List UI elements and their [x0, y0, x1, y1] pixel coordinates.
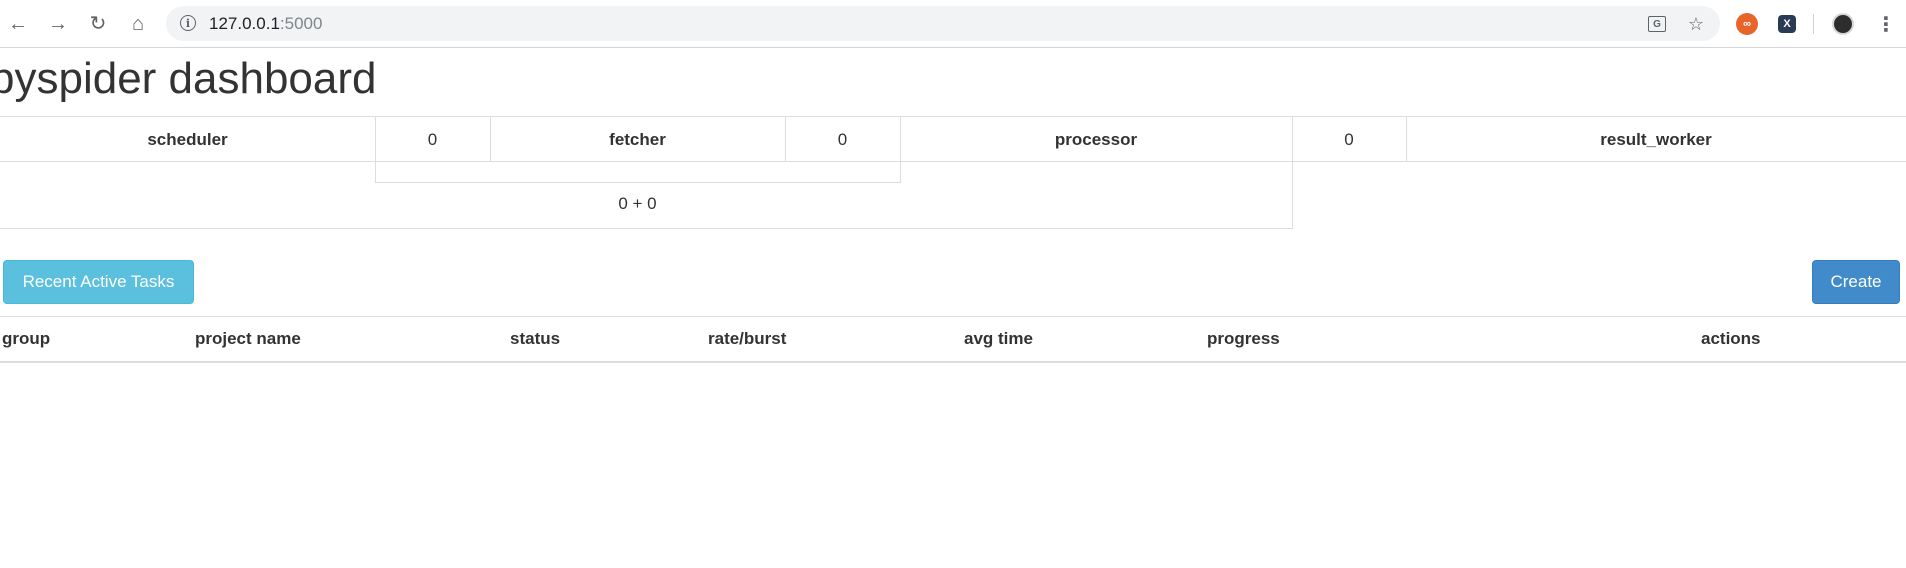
scheduler-value: 0 [427, 129, 438, 149]
page-title: pyspider dashboard [0, 54, 377, 103]
info-icon[interactable]: i [180, 15, 196, 31]
column-header-project-name: project name [195, 329, 301, 348]
browser-toolbar: ← → ↻ ⌂ i 127.0.0.1:5000 G ☆ ∞ X ⋮ [0, 0, 1906, 48]
toolbar-divider [1813, 14, 1814, 34]
column-header-avg-time: avg time [964, 329, 1033, 348]
home-icon[interactable]: ⌂ [125, 11, 151, 37]
column-header-progress: progress [1207, 329, 1280, 348]
forward-icon[interactable]: → [45, 11, 71, 37]
column-header-rate-burst: rate/burst [708, 329, 787, 348]
fetcher-value: 0 [837, 129, 848, 149]
translate-icon[interactable]: G [1648, 16, 1666, 32]
divider [1292, 116, 1293, 229]
scheduler-label: scheduler [147, 129, 228, 149]
url-text[interactable]: 127.0.0.1:5000 [209, 14, 322, 34]
column-header-group: group [2, 329, 51, 348]
extension-orange-icon[interactable]: ∞ [1736, 13, 1758, 35]
extension-x-icon[interactable]: X [1778, 15, 1796, 33]
projects-table-header: group project name status rate/burst avg… [0, 316, 1906, 363]
column-header-actions: actions [1701, 329, 1761, 348]
result-worker-label: result_worker [1600, 129, 1712, 149]
divider [490, 116, 491, 162]
star-icon[interactable]: ☆ [1686, 14, 1706, 34]
queue-status: 0 + 0 [618, 194, 657, 213]
processor-value: 0 [1344, 129, 1354, 149]
create-button[interactable]: Create [1812, 260, 1900, 304]
avatar-icon[interactable] [1832, 13, 1854, 35]
processor-label: processor [1054, 129, 1138, 149]
stats-row: scheduler 0 fetcher 0 processor 0 result… [0, 116, 1906, 162]
recent-active-tasks-button[interactable]: Recent Active Tasks [3, 260, 194, 304]
divider [900, 116, 901, 183]
divider [785, 116, 786, 162]
divider [375, 182, 900, 183]
divider [1406, 116, 1407, 162]
reload-icon[interactable]: ↻ [85, 11, 111, 37]
divider [0, 228, 1292, 229]
fetcher-label: fetcher [609, 129, 666, 149]
back-icon[interactable]: ← [5, 11, 31, 37]
menu-icon[interactable]: ⋮ [1876, 12, 1896, 37]
address-bar[interactable]: i 127.0.0.1:5000 G ☆ [166, 6, 1720, 41]
divider [375, 116, 376, 183]
column-header-status: status [510, 329, 561, 348]
